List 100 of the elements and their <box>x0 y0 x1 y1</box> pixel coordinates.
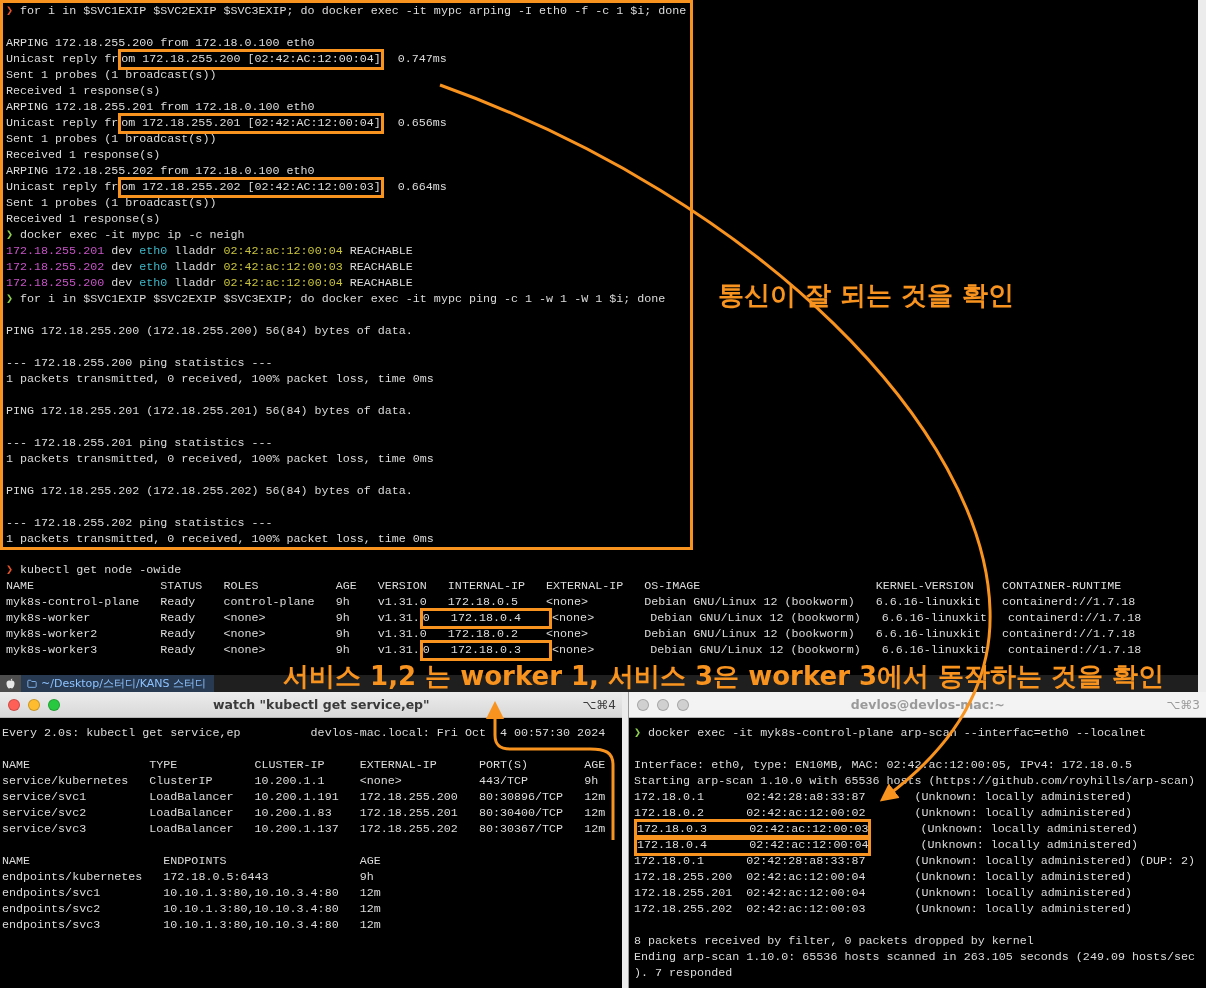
terminal-text: 172.18.255.202 <box>6 260 105 274</box>
zoom-button[interactable] <box>677 698 689 711</box>
terminal-line: Received 1 response(s) <box>6 211 162 227</box>
terminal-line: --- 172.18.255.201 ping statistics --- <box>6 435 274 451</box>
prompt-symbol: ❯ <box>6 292 14 306</box>
terminal-text: docker exec -it mypc ip -c neigh <box>19 228 245 242</box>
terminal-line: 1 packets transmitted, 0 received, 100% packet loss, time 0ms <box>6 531 435 547</box>
apple-icon <box>6 678 15 689</box>
terminal-line: Received 1 response(s) <box>6 147 162 163</box>
terminal-line: service/svc2 LoadBalancer 10.200.1.83 172.18.255.201 80:30400/TCP 12m <box>2 805 607 821</box>
terminal-line: 172.18.0.1 02:42:28:a8:33:87 (Unknown: locally administered) (DUP: 2) <box>634 853 1197 869</box>
minimize-button[interactable] <box>657 698 669 711</box>
terminal-line: 172.18.0.2 02:42:ac:12:00:02 (Unknown: locally administered) <box>634 805 1133 821</box>
terminal-text: <none> Debian GNU/Linux 12 (bookworm) 6.6.16-linuxkit containerd://1.7.18 <box>552 611 1142 625</box>
terminal-line: 172.18.255.201 02:42:ac:12:00:04 (Unknown: locally administered) <box>634 885 1133 901</box>
terminal-text: REACHABLE <box>348 244 413 258</box>
terminal-text: lladdr <box>173 244 218 258</box>
terminal-line: endpoints/svc1 10.10.1.3:80,10.10.3.4:80 12m <box>2 885 382 901</box>
terminal-line: 1 packets transmitted, 0 received, 100% packet loss, time 0ms <box>6 371 435 387</box>
prompt-symbol: ❯ <box>6 4 14 18</box>
terminal-line: 172.18.255.202 02:42:ac:12:00:03 (Unknown: locally administered) <box>634 901 1133 917</box>
terminal-text: dev <box>110 276 134 290</box>
prompt-symbol: ❯ <box>6 563 14 577</box>
terminal-line: ). 7 responded <box>634 965 734 981</box>
terminal-text: dev <box>110 244 134 258</box>
terminal-text: myk8s-worker Ready <none> 9h v1.31. <box>6 611 420 625</box>
terminal-line: --- 172.18.255.200 ping statistics --- <box>6 355 274 371</box>
terminal-line: ARPING 172.18.255.200 from 172.18.0.100 eth0 <box>6 35 316 51</box>
terminal-line: NAME TYPE CLUSTER-IP EXTERNAL-IP PORT(S) AGE <box>2 757 607 773</box>
terminal-line: Sent 1 probes (1 broadcast(s)) <box>6 67 218 83</box>
highlighted-text: om 172.18.255.202 [02:42:AC:12:00:03] <box>118 177 384 198</box>
terminal-line: --- 172.18.255.202 ping statistics --- <box>6 515 274 531</box>
zoom-button[interactable] <box>48 698 60 711</box>
window-shortcut: ⌥⌘3 <box>1166 697 1200 712</box>
terminal-line: 1 packets transmitted, 0 received, 100% packet loss, time 0ms <box>6 451 435 467</box>
terminal-line: NAME ENDPOINTS AGE <box>2 853 382 869</box>
terminal-line: endpoints/svc2 10.10.1.3:80,10.10.3.4:80 12m <box>2 901 382 917</box>
terminal-text: myk8s-worker3 Ready <none> 9h v1.31. <box>6 643 420 657</box>
minimize-button[interactable] <box>28 698 40 711</box>
terminal-line: endpoints/kubernetes 172.18.0.5:6443 9h <box>2 869 375 885</box>
terminal-line: PING 172.18.255.201 (172.18.255.201) 56(84) bytes of data. <box>6 403 414 419</box>
close-button[interactable] <box>8 698 20 711</box>
terminal-text: lladdr <box>173 276 218 290</box>
highlighted-text: om 172.18.255.201 [02:42:AC:12:00:04] <box>118 113 384 134</box>
terminal-text: dev <box>110 260 134 274</box>
terminal-text: (Unknown: locally administered) <box>919 838 1138 852</box>
terminal-text: for i in $SVC1EXIP $SVC2EXIP $SVC3EXIP; do docker exec -it mypc arping -I eth0 -f -c 1 $i; done <box>19 4 687 18</box>
window-shortcut: ⌥⌘4 <box>582 697 616 712</box>
terminal-line: ARPING 172.18.255.201 from 172.18.0.100 eth0 <box>6 99 316 115</box>
terminal-text: Unicast reply fr <box>6 180 119 194</box>
terminal-text: eth0 <box>139 260 168 274</box>
terminal-text: 02:42:ac:12:00:03 <box>223 260 343 274</box>
terminal-line: PING 172.18.255.202 (172.18.255.202) 56(84) bytes of data. <box>6 483 414 499</box>
terminal-line: Received 1 response(s) <box>6 83 162 99</box>
terminal-text: 172.18.255.201 <box>6 244 105 258</box>
annotation-text: 통신이 잘 되는 것을 확인 <box>718 280 1015 310</box>
terminal-text: 0.656ms <box>396 116 447 130</box>
terminal-text: Unicast reply fr <box>6 116 119 130</box>
highlighted-text: 172.18.0.3 02:42:ac:12:00:03 <box>634 819 872 840</box>
terminal-line: 172.18.0.1 02:42:28:a8:33:87 (Unknown: locally administered) <box>634 789 1133 805</box>
terminal-text: 0.747ms <box>396 52 447 66</box>
terminal-line: myk8s-worker2 Ready <none> 9h v1.31.0 172.18.0.2 <none> Debian GNU/Linux 12 (bookworm) 6.6.16-linuxkit containerd://1.7.18 <box>6 626 1137 642</box>
highlighted-text: om 172.18.255.200 [02:42:AC:12:00:04] <box>118 49 384 70</box>
terminal-text: 02:42:ac:12:00:04 <box>223 276 343 290</box>
highlighted-text: 172.18.0.4 02:42:ac:12:00:04 <box>634 835 872 856</box>
terminal-text: REACHABLE <box>348 276 413 290</box>
terminal-text: (Unknown: locally administered) <box>919 822 1138 836</box>
highlighted-text: 0 172.18.0.3 <box>419 640 553 661</box>
highlighted-text: 0 172.18.0.4 <box>419 608 553 629</box>
terminal-text: lladdr <box>173 260 218 274</box>
terminal-line: service/svc1 LoadBalancer 10.200.1.191 172.18.255.200 80:30896/TCP 12m <box>2 789 607 805</box>
terminal-line: myk8s-control-plane Ready control-plane 9h v1.31.0 172.18.0.5 <none> Debian GNU/Linux 12 (bookworm) 6.6.16-linuxkit containerd://1.7.18 <box>6 594 1137 610</box>
terminal-line: service/kubernetes ClusterIP 10.200.1.1 <none> 443/TCP 9h <box>2 773 600 789</box>
terminal-text: eth0 <box>139 244 168 258</box>
terminal-line: 8 packets received by filter, 0 packets dropped by kernel <box>634 933 1035 949</box>
terminal-text: 0.664ms <box>396 180 447 194</box>
terminal-text: REACHABLE <box>348 260 413 274</box>
terminal-line: endpoints/svc3 10.10.1.3:80,10.10.3.4:80 12m <box>2 917 382 933</box>
terminal-line: Sent 1 probes (1 broadcast(s)) <box>6 131 218 147</box>
terminal-text: 02:42:ac:12:00:04 <box>223 244 343 258</box>
terminal-text: for i in $SVC1EXIP $SVC2EXIP $SVC3EXIP; do docker exec -it mypc ping -c 1 -w 1 -W 1 $i; done <box>19 292 666 306</box>
terminal-line: NAME STATUS ROLES AGE VERSION INTERNAL-IP EXTERNAL-IP OS-IMAGE KERNEL-VERSION CONTAINER-RUNTIME <box>6 578 1123 594</box>
terminal-line: Sent 1 probes (1 broadcast(s)) <box>6 195 218 211</box>
terminal-line: service/svc3 LoadBalancer 10.200.1.137 172.18.255.202 80:30367/TCP 12m <box>2 821 607 837</box>
terminal-text: Unicast reply fr <box>6 52 119 66</box>
terminal-line: ARPING 172.18.255.202 from 172.18.0.100 eth0 <box>6 163 316 179</box>
folder-icon <box>27 678 37 689</box>
window-title: watch "kubectl get service,ep" <box>211 697 431 712</box>
current-path: ~/Desktop/스터디/KANS 스터디 <box>41 676 206 691</box>
terminal-line: 172.18.255.200 02:42:ac:12:00:04 (Unknown: locally administered) <box>634 869 1133 885</box>
terminal-text: kubectl get node -owide <box>19 563 182 577</box>
terminal-text: eth0 <box>139 276 168 290</box>
close-button[interactable] <box>637 698 649 711</box>
prompt-symbol: ❯ <box>6 228 14 242</box>
terminal-line: Ending arp-scan 1.10.0: 65536 hosts scanned in 263.105 seconds (249.09 hosts/sec <box>634 949 1197 965</box>
terminal-line: PING 172.18.255.200 (172.18.255.200) 56(84) bytes of data. <box>6 323 414 339</box>
terminal-text: <none> Debian GNU/Linux 12 (bookworm) 6.6.16-linuxkit containerd://1.7.18 <box>552 643 1142 657</box>
prompt-symbol: ❯ <box>634 726 642 740</box>
terminal-text: 172.18.255.200 <box>6 276 105 290</box>
terminal-line: Every 2.0s: kubectl get service,ep devlos-mac.local: Fri Oct 4 00:57:30 2024 <box>2 725 607 741</box>
